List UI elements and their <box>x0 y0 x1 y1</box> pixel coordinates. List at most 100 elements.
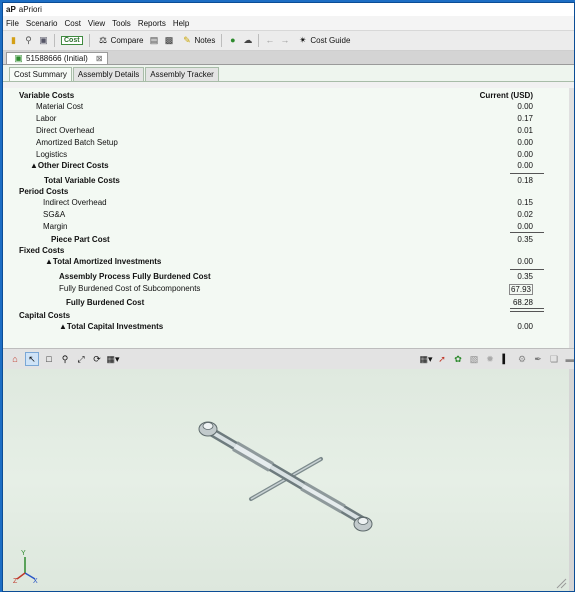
rotate-view-icon[interactable]: ⟳ <box>91 353 103 365</box>
forward-arrow-icon[interactable]: → <box>279 35 290 46</box>
scenario-tab-label: 51588666 (Initial) <box>26 54 88 63</box>
resize-grip-icon[interactable] <box>556 578 567 589</box>
cost-guide-label: Cost Guide <box>310 36 351 45</box>
fit-view-icon[interactable]: ⤢ <box>75 353 87 365</box>
cost-row-expandable[interactable]: ▲Total Capital Investments 0.00 <box>3 322 563 333</box>
cost-guide-button[interactable]: ✴ Cost Guide <box>295 35 350 46</box>
box-select-icon[interactable]: □ <box>43 353 55 365</box>
back-arrow-icon[interactable]: ← <box>264 35 275 46</box>
cost-row-label: Total Capital Investments <box>66 322 164 331</box>
cost-row-value: 0.15 <box>517 198 533 207</box>
cost-row-label: Piece Part Cost <box>51 235 110 244</box>
cost-row-value: 0.02 <box>517 210 533 219</box>
end-eye-left <box>198 421 218 437</box>
settings-icon[interactable]: ⚙ <box>516 353 528 365</box>
menu-reports[interactable]: Reports <box>138 19 166 28</box>
cost-row: SG&A 0.02 <box>3 210 563 221</box>
display-mode-dropdown-icon[interactable]: ▦▾ <box>419 353 432 365</box>
menu-view[interactable]: View <box>88 19 105 28</box>
cost-row-label: Fully Burdened Cost <box>66 298 145 307</box>
viewport-scrollbar[interactable] <box>569 369 574 591</box>
cost-row-label: Other Direct Costs <box>37 161 109 170</box>
explode-icon[interactable]: ✹ <box>484 353 496 365</box>
tab-assembly-tracker[interactable]: Assembly Tracker <box>145 67 219 81</box>
menu-help[interactable]: Help <box>173 19 189 28</box>
zoom-icon[interactable]: ⚲ <box>59 353 71 365</box>
section-plane-icon[interactable]: ▧ <box>468 353 480 365</box>
axis-x-label: X <box>33 578 38 585</box>
subtotal-row: Piece Part Cost 0.35 <box>3 235 563 246</box>
notes-button[interactable]: ✎ Notes <box>179 35 215 46</box>
cost-row-value: 0.00 <box>517 322 533 331</box>
menu-cost[interactable]: Cost <box>64 19 80 28</box>
cost-row-value: 0.01 <box>517 126 533 135</box>
notes-label: Notes <box>194 36 216 45</box>
menu-file[interactable]: File <box>6 19 19 28</box>
subtotal-row: Assembly Process Fully Burdened Cost 0.3… <box>3 272 563 283</box>
cost-row: Margin 0.00 <box>3 222 563 233</box>
search-icon[interactable]: ⚲ <box>23 35 34 46</box>
cost-row: Logistics 0.00 <box>3 150 563 161</box>
axis-triad <box>16 557 36 580</box>
cost-row-expandable[interactable]: ▲Total Amortized Investments 0.00 <box>3 257 563 268</box>
report-icon[interactable]: ▤ <box>148 35 159 46</box>
home-icon[interactable]: ⌂ <box>9 353 21 365</box>
menu-scenario[interactable]: Scenario <box>26 19 58 28</box>
cost-row-value: 0.35 <box>517 235 533 244</box>
collapse-panel-icon[interactable]: ▬ <box>564 353 575 365</box>
cost-row-value: 0.00 <box>517 102 533 111</box>
cost-row-label: Total Variable Costs <box>44 176 120 185</box>
menu-tools[interactable]: Tools <box>112 19 131 28</box>
close-tab-icon[interactable]: ⊠ <box>96 54 103 63</box>
tool-icon[interactable]: ✒ <box>532 353 544 365</box>
tab-assembly-details[interactable]: Assembly Details <box>72 67 145 81</box>
pane-scrollbar[interactable] <box>569 88 574 348</box>
cost-row-label: SG&A <box>43 210 66 219</box>
total-row: Fully Burdened Cost 68.28 <box>3 298 563 309</box>
cost-row-value: 0.35 <box>517 272 533 281</box>
section-row: Fixed Costs <box>3 246 563 257</box>
select-pointer-icon[interactable]: ↖ <box>25 352 39 366</box>
app-logo: aP <box>6 5 16 14</box>
cost-row-value: 0.00 <box>517 257 533 266</box>
compass-icon: ✴ <box>299 35 307 45</box>
cost-row: Material Cost 0.00 <box>3 102 563 113</box>
toolbar-divider <box>54 34 55 47</box>
tab-cost-summary[interactable]: Cost Summary <box>9 67 72 81</box>
cost-summary-pane: Variable Costs Current (USD) Material Co… <box>3 88 574 348</box>
section-period-costs: Period Costs <box>19 187 69 196</box>
cost-button[interactable]: Cost <box>61 36 83 45</box>
cost-row-label: Direct Overhead <box>36 126 95 135</box>
collapse-triangle-icon[interactable]: ▲ <box>59 322 67 331</box>
toolbar-divider <box>258 34 260 47</box>
cloud-icon[interactable]: ☁ <box>242 35 253 46</box>
cost-row: Direct Overhead 0.01 <box>3 126 563 137</box>
measure-icon[interactable]: ➚ <box>436 353 448 365</box>
cost-row-label: Logistics <box>36 150 68 159</box>
open-folder-icon[interactable]: ▮ <box>8 35 19 46</box>
publish-icon[interactable]: ● <box>227 35 238 46</box>
subtotal-row: Total Variable Costs 0.18 <box>3 176 563 187</box>
chart-icon[interactable]: ▩ <box>163 35 174 46</box>
summary-header-row: Variable Costs Current (USD) <box>3 91 563 102</box>
cost-row-label: Assembly Process Fully Burdened Cost <box>59 272 211 281</box>
cost-row: Indirect Overhead 0.15 <box>3 198 563 209</box>
3d-viewport[interactable]: Y Z X <box>3 369 569 591</box>
scenario-tab[interactable]: ▣ 51588666 (Initial) ⊠ <box>6 52 108 64</box>
main-shaft-part <box>205 426 368 526</box>
collapse-triangle-icon[interactable]: ▲ <box>30 161 38 170</box>
summary-tabs: Cost Summary Assembly Details Assembly T… <box>3 65 574 82</box>
compare-button[interactable]: ⚖ Compare <box>96 35 143 46</box>
pin-icon[interactable]: ❏ <box>548 353 560 365</box>
highlight-icon[interactable]: ✿ <box>452 353 464 365</box>
view-orientation-dropdown-icon[interactable]: ▦▾ <box>106 353 119 365</box>
section-row: Period Costs <box>3 187 563 198</box>
save-icon[interactable]: ▣ <box>38 35 49 46</box>
cost-row-expandable[interactable]: ▲Other Direct Costs 0.00 <box>3 161 563 172</box>
collapse-triangle-icon[interactable]: ▲ <box>45 257 53 266</box>
scenario-icon: ▣ <box>14 53 23 63</box>
bar-chart-icon[interactable]: ▍ <box>500 353 512 365</box>
cost-row-value: 67.93 <box>508 284 533 295</box>
cost-row: Amortized Batch Setup 0.00 <box>3 138 563 149</box>
app-title: aPriori <box>18 5 42 14</box>
